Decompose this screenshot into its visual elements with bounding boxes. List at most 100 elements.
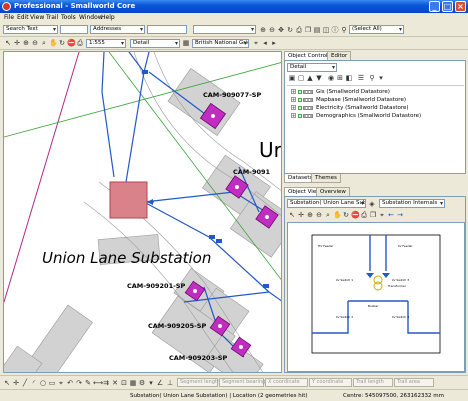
search-input[interactable]	[60, 25, 88, 34]
ov-hand-icon[interactable]: ✋	[333, 211, 342, 219]
trail-arrow-icon[interactable]: ↖	[3, 379, 11, 387]
ov-stop-icon[interactable]: ⛔	[351, 211, 360, 219]
detail-dropdown[interactable]: Detail	[130, 39, 180, 48]
layer-style-icon[interactable]: ◧	[345, 74, 353, 82]
locate-icon[interactable]: ⌖	[252, 39, 260, 47]
menu-tools[interactable]: Tools	[61, 14, 76, 21]
print-icon[interactable]: ⎙	[295, 26, 303, 34]
map-view[interactable]: CAM-909077-SP CAM-9091 CAM-909201-SP CAM…	[3, 51, 282, 373]
trail-more-icon[interactable]: ▾	[147, 379, 155, 387]
print-map-icon[interactable]: ⎙	[76, 39, 84, 47]
layer-filter-icon[interactable]: ⚲	[368, 74, 376, 82]
expand-icon[interactable]: +	[291, 105, 296, 110]
trail-arc-icon[interactable]: ◜	[30, 379, 38, 387]
trail-undo-icon[interactable]: ↶	[66, 379, 74, 387]
grid-dropdown[interactable]: British National Grid	[192, 39, 249, 48]
zoom-in-map-icon[interactable]: ⊕	[22, 39, 30, 47]
tab-editor[interactable]: Editor	[327, 51, 352, 60]
zoom-out-map-icon[interactable]: ⊖	[31, 39, 39, 47]
layer-checkbox[interactable]	[298, 113, 302, 118]
zoom-out-icon[interactable]: ⊖	[268, 26, 276, 34]
layer-checkbox[interactable]	[298, 89, 302, 94]
view-select-dropdown[interactable]: Substation Internals	[379, 199, 445, 208]
ov-print-icon[interactable]: ⎙	[360, 211, 368, 219]
layer-row[interactable]: + Mapbase (Smallworld Datastore)	[291, 97, 406, 104]
info-icon[interactable]: ⓘ	[331, 26, 339, 34]
expand-icon[interactable]: +	[291, 89, 296, 94]
previous-view-icon[interactable]: ◂	[261, 39, 269, 47]
layer-add-icon[interactable]: ▣	[288, 74, 296, 82]
trail-options-icon[interactable]: ⚙	[138, 379, 146, 387]
address-type-dropdown[interactable]: Addresses	[90, 25, 145, 34]
ov-crosshair-icon[interactable]: ✛	[297, 211, 305, 219]
trail-clear-icon[interactable]: ✕	[111, 379, 119, 387]
minimize-button[interactable]: _	[429, 1, 440, 12]
menu-window[interactable]: Window	[79, 14, 103, 21]
ov-zoom-out-icon[interactable]: ⊖	[315, 211, 323, 219]
crosshair-icon[interactable]: ✛	[13, 39, 21, 47]
ov-zoom-in-icon[interactable]: ⊕	[306, 211, 314, 219]
close-button[interactable]: ×	[455, 1, 466, 12]
trail-offset-icon[interactable]: ⇉	[102, 379, 110, 387]
object-control-detail-dropdown[interactable]: Detail	[287, 63, 337, 72]
layer-row[interactable]: + Gis (Smallworld Datastore)	[291, 89, 390, 96]
layer-more-icon[interactable]: ▾	[377, 74, 385, 82]
redraw-icon[interactable]: ↻	[58, 39, 66, 47]
next-view-icon[interactable]: ▸	[270, 39, 278, 47]
trail-redo-icon[interactable]: ↷	[75, 379, 83, 387]
pan-icon[interactable]: ✥	[277, 26, 285, 34]
ov-refresh-icon[interactable]: ↻	[342, 211, 350, 219]
filter-icon[interactable]: ⚲	[340, 26, 348, 34]
trail-snap-icon[interactable]: ⌖	[57, 379, 65, 387]
layer-row[interactable]: + Demographics (Smallworld Datastore)	[291, 113, 421, 120]
magnify-icon[interactable]: ⌕	[40, 39, 48, 47]
menu-help[interactable]: Help	[101, 14, 115, 21]
layer-properties-icon[interactable]: ☰	[357, 74, 365, 82]
ov-back-icon[interactable]: ←	[387, 211, 395, 219]
scale-dropdown[interactable]: 1:555	[86, 39, 126, 48]
stop-icon[interactable]: ⛔	[67, 39, 76, 47]
layer-checkbox[interactable]	[298, 97, 302, 102]
world-dropdown[interactable]	[193, 25, 256, 34]
tab-overview[interactable]: Overview	[316, 187, 350, 196]
address-input[interactable]	[147, 25, 187, 34]
expand-icon[interactable]: +	[291, 97, 296, 102]
selection-filter-dropdown[interactable]: (Select All)	[349, 25, 404, 34]
layer-down-icon[interactable]: ▼	[315, 74, 323, 82]
layer-up-icon[interactable]: ▲	[306, 74, 314, 82]
tab-themes[interactable]: Themes	[311, 174, 341, 183]
trail-point-icon[interactable]: ✛	[12, 379, 20, 387]
ov-magnify-icon[interactable]: ⌕	[324, 211, 332, 219]
ov-forward-icon[interactable]: →	[396, 211, 404, 219]
hand-icon[interactable]: ✋	[49, 39, 58, 47]
maximize-button[interactable]: □	[442, 1, 453, 12]
refresh-icon[interactable]: ↻	[286, 26, 294, 34]
trail-line-icon[interactable]: ╱	[21, 379, 29, 387]
expand-icon[interactable]: +	[291, 113, 296, 118]
object-view-icon[interactable]: ◈	[368, 200, 376, 208]
ov-copy-icon[interactable]: ❐	[369, 211, 377, 219]
layer-remove-icon[interactable]: ▢	[297, 74, 305, 82]
layer-checkbox[interactable]	[298, 105, 302, 110]
object-select-dropdown[interactable]: Substation( Union Lane Substa	[287, 199, 366, 208]
trail-circle-icon[interactable]: ○	[39, 379, 47, 387]
layer-select-icon[interactable]: ⊞	[336, 74, 344, 82]
trail-close-icon[interactable]: ⊡	[120, 379, 128, 387]
paste-icon[interactable]: ▤	[313, 26, 321, 34]
schematic-view[interactable]: LV Switch 1 LV Switch 2 LV Switch 3 LV S…	[287, 222, 465, 372]
menu-trail[interactable]: Trail	[46, 14, 58, 21]
tab-object-control[interactable]: Object Control	[284, 51, 332, 60]
trail-rect-icon[interactable]: ▭	[48, 379, 56, 387]
trail-angle-icon[interactable]: ∠	[156, 379, 164, 387]
copy-icon[interactable]: ❐	[304, 26, 312, 34]
trail-edit-icon[interactable]: ✎	[84, 379, 92, 387]
ov-arrow-icon[interactable]: ↖	[288, 211, 296, 219]
trail-grid-icon[interactable]: ▦	[129, 379, 137, 387]
search-type-dropdown[interactable]: Search Text	[3, 25, 58, 34]
trail-measure-icon[interactable]: ⟷	[93, 379, 103, 387]
zoom-in-icon[interactable]: ⊕	[259, 26, 267, 34]
menu-file[interactable]: File	[4, 14, 14, 21]
select-icon[interactable]: ◫	[322, 26, 330, 34]
layer-row[interactable]: + Electricity (Smallworld Datastore)	[291, 105, 409, 112]
menu-view[interactable]: View	[30, 14, 44, 21]
